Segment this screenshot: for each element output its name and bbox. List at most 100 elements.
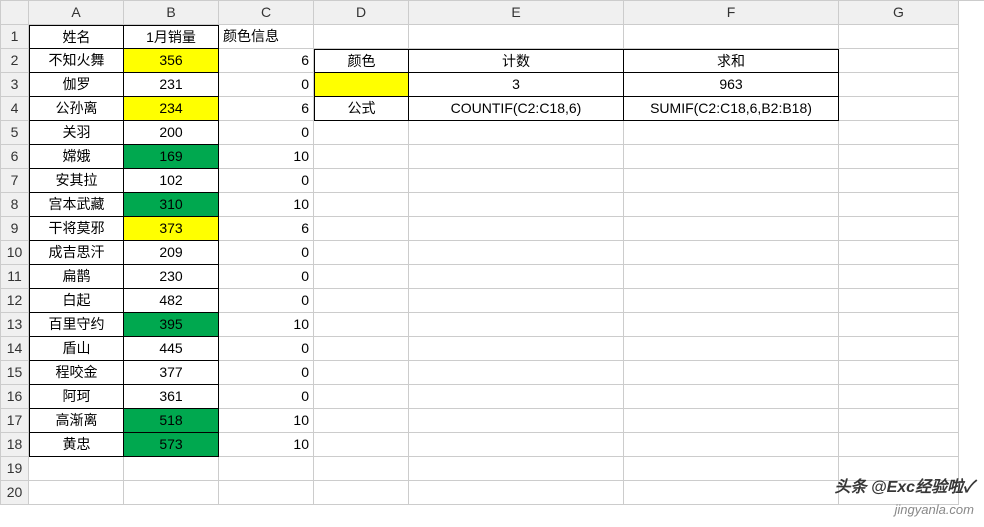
cell-G6[interactable] <box>839 145 959 169</box>
corner-cell[interactable] <box>1 1 29 25</box>
cell-A10[interactable]: 成吉思汗 <box>29 241 124 265</box>
cell-C6[interactable]: 10 <box>219 145 314 169</box>
cell-B7[interactable]: 102 <box>124 169 219 193</box>
cell-A16[interactable]: 阿珂 <box>29 385 124 409</box>
row-header[interactable]: 4 <box>1 97 29 121</box>
cell-C8[interactable]: 10 <box>219 193 314 217</box>
cell-E6[interactable] <box>409 145 624 169</box>
cell-A15[interactable]: 程咬金 <box>29 361 124 385</box>
cell-D19[interactable] <box>314 457 409 481</box>
cell-E3[interactable]: 3 <box>409 73 624 97</box>
col-header-C[interactable]: C <box>219 1 314 25</box>
cell-C12[interactable]: 0 <box>219 289 314 313</box>
cell-F11[interactable] <box>624 265 839 289</box>
cell-D9[interactable] <box>314 217 409 241</box>
cell-G1[interactable] <box>839 25 959 49</box>
cell-G7[interactable] <box>839 169 959 193</box>
cell-D14[interactable] <box>314 337 409 361</box>
cell-E1[interactable] <box>409 25 624 49</box>
row-header[interactable]: 12 <box>1 289 29 313</box>
cell-D16[interactable] <box>314 385 409 409</box>
cell-G11[interactable] <box>839 265 959 289</box>
cell-F8[interactable] <box>624 193 839 217</box>
cell-A4[interactable]: 公孙离 <box>29 97 124 121</box>
cell-C15[interactable]: 0 <box>219 361 314 385</box>
cell-B16[interactable]: 361 <box>124 385 219 409</box>
cell-B8[interactable]: 310 <box>124 193 219 217</box>
cell-E15[interactable] <box>409 361 624 385</box>
cell-A11[interactable]: 扁鹊 <box>29 265 124 289</box>
cell-G3[interactable] <box>839 73 959 97</box>
cell-E12[interactable] <box>409 289 624 313</box>
row-header[interactable]: 8 <box>1 193 29 217</box>
cell-C1[interactable]: 颜色信息 <box>219 25 314 49</box>
cell-D3-color-sample[interactable] <box>314 73 409 97</box>
cell-B9[interactable]: 373 <box>124 217 219 241</box>
cell-G9[interactable] <box>839 217 959 241</box>
cell-C7[interactable]: 0 <box>219 169 314 193</box>
cell-D15[interactable] <box>314 361 409 385</box>
cell-B11[interactable]: 230 <box>124 265 219 289</box>
cell-F18[interactable] <box>624 433 839 457</box>
cell-D6[interactable] <box>314 145 409 169</box>
cell-E14[interactable] <box>409 337 624 361</box>
cell-E2[interactable]: 计数 <box>409 49 624 73</box>
row-header[interactable]: 1 <box>1 25 29 49</box>
cell-B5[interactable]: 200 <box>124 121 219 145</box>
cell-D7[interactable] <box>314 169 409 193</box>
cell-A5[interactable]: 关羽 <box>29 121 124 145</box>
cell-G4[interactable] <box>839 97 959 121</box>
row-header[interactable]: 9 <box>1 217 29 241</box>
cell-A7[interactable]: 安其拉 <box>29 169 124 193</box>
cell-F20[interactable] <box>624 481 839 505</box>
cell-D8[interactable] <box>314 193 409 217</box>
cell-C3[interactable]: 0 <box>219 73 314 97</box>
cell-G16[interactable] <box>839 385 959 409</box>
cell-F4[interactable]: SUMIF(C2:C18,6,B2:B18) <box>624 97 839 121</box>
cell-E5[interactable] <box>409 121 624 145</box>
cell-A8[interactable]: 宫本武藏 <box>29 193 124 217</box>
cell-B10[interactable]: 209 <box>124 241 219 265</box>
cell-F9[interactable] <box>624 217 839 241</box>
col-header-F[interactable]: F <box>624 1 839 25</box>
row-header[interactable]: 20 <box>1 481 29 505</box>
cell-F12[interactable] <box>624 289 839 313</box>
col-header-B[interactable]: B <box>124 1 219 25</box>
cell-B17[interactable]: 518 <box>124 409 219 433</box>
cell-G17[interactable] <box>839 409 959 433</box>
cell-B1[interactable]: 1月销量 <box>124 25 219 49</box>
cell-E9[interactable] <box>409 217 624 241</box>
cell-A17[interactable]: 高渐离 <box>29 409 124 433</box>
cell-F19[interactable] <box>624 457 839 481</box>
col-header-E[interactable]: E <box>409 1 624 25</box>
cell-F3[interactable]: 963 <box>624 73 839 97</box>
cell-F7[interactable] <box>624 169 839 193</box>
cell-G15[interactable] <box>839 361 959 385</box>
row-header[interactable]: 13 <box>1 313 29 337</box>
cell-G8[interactable] <box>839 193 959 217</box>
cell-A20[interactable] <box>29 481 124 505</box>
row-header[interactable]: 6 <box>1 145 29 169</box>
cell-F17[interactable] <box>624 409 839 433</box>
cell-E18[interactable] <box>409 433 624 457</box>
cell-D4[interactable]: 公式 <box>314 97 409 121</box>
cell-D2[interactable]: 颜色 <box>314 49 409 73</box>
cell-G5[interactable] <box>839 121 959 145</box>
cell-D12[interactable] <box>314 289 409 313</box>
cell-B3[interactable]: 231 <box>124 73 219 97</box>
cell-C11[interactable]: 0 <box>219 265 314 289</box>
cell-B15[interactable]: 377 <box>124 361 219 385</box>
row-header[interactable]: 14 <box>1 337 29 361</box>
cell-C9[interactable]: 6 <box>219 217 314 241</box>
cell-F6[interactable] <box>624 145 839 169</box>
cell-E20[interactable] <box>409 481 624 505</box>
spreadsheet-grid[interactable]: A B C D E F G 1 姓名 1月销量 颜色信息 2 不知火舞 356 … <box>0 0 984 505</box>
cell-C13[interactable]: 10 <box>219 313 314 337</box>
cell-A9[interactable]: 干将莫邪 <box>29 217 124 241</box>
row-header[interactable]: 3 <box>1 73 29 97</box>
cell-C4[interactable]: 6 <box>219 97 314 121</box>
row-header[interactable]: 11 <box>1 265 29 289</box>
col-header-D[interactable]: D <box>314 1 409 25</box>
row-header[interactable]: 2 <box>1 49 29 73</box>
cell-A2[interactable]: 不知火舞 <box>29 49 124 73</box>
